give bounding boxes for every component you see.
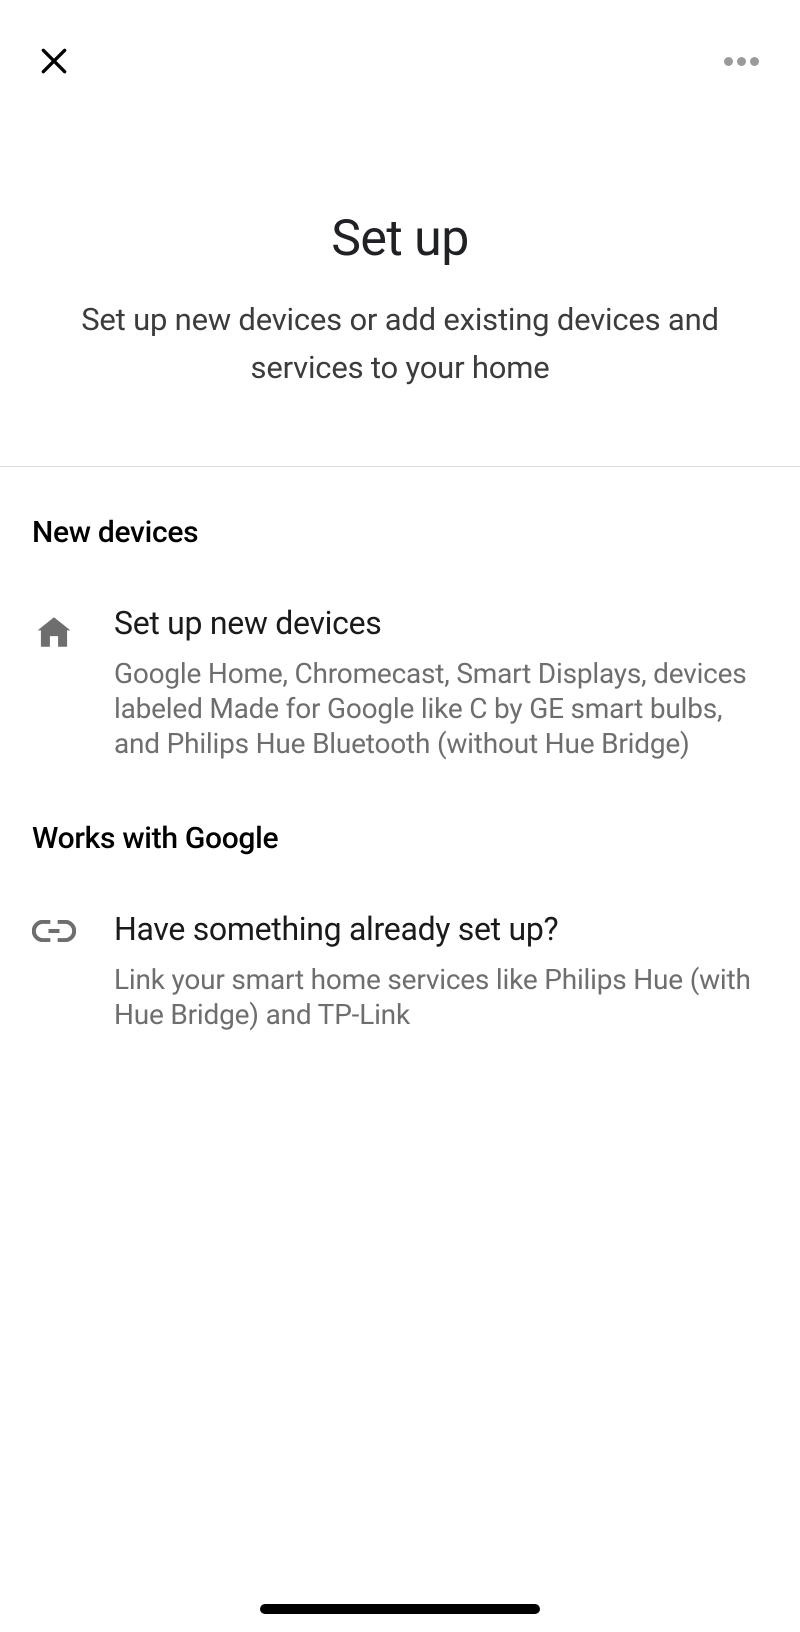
close-button[interactable] [34, 41, 74, 81]
setup-new-devices-item[interactable]: Set up new devices Google Home, Chromeca… [32, 604, 768, 761]
close-icon [38, 45, 70, 77]
home-icon [32, 604, 76, 650]
section-header-works-with-google: Works with Google [32, 821, 768, 856]
item-title: Have something already set up? [114, 910, 758, 948]
more-icon [724, 57, 733, 66]
page-subtitle: Set up new devices or add existing devic… [50, 296, 750, 392]
link-icon [32, 910, 76, 942]
link-services-item[interactable]: Have something already set up? Link your… [32, 910, 768, 1032]
item-description: Google Home, Chromecast, Smart Displays,… [114, 656, 758, 761]
item-description: Link your smart home services like Phili… [114, 962, 758, 1032]
item-text-container: Set up new devices Google Home, Chromeca… [114, 604, 758, 761]
more-icon [737, 57, 746, 66]
hero-section: Set up Set up new devices or add existin… [0, 90, 800, 466]
item-title: Set up new devices [114, 604, 758, 642]
content-area: New devices Set up new devices Google Ho… [0, 467, 800, 1032]
home-indicator[interactable] [260, 1604, 540, 1614]
page-title: Set up [50, 210, 750, 268]
more-options-button[interactable] [716, 41, 766, 81]
header-bar [0, 0, 800, 90]
item-text-container: Have something already set up? Link your… [114, 910, 758, 1032]
more-icon [750, 57, 759, 66]
section-header-new-devices: New devices [32, 515, 768, 550]
